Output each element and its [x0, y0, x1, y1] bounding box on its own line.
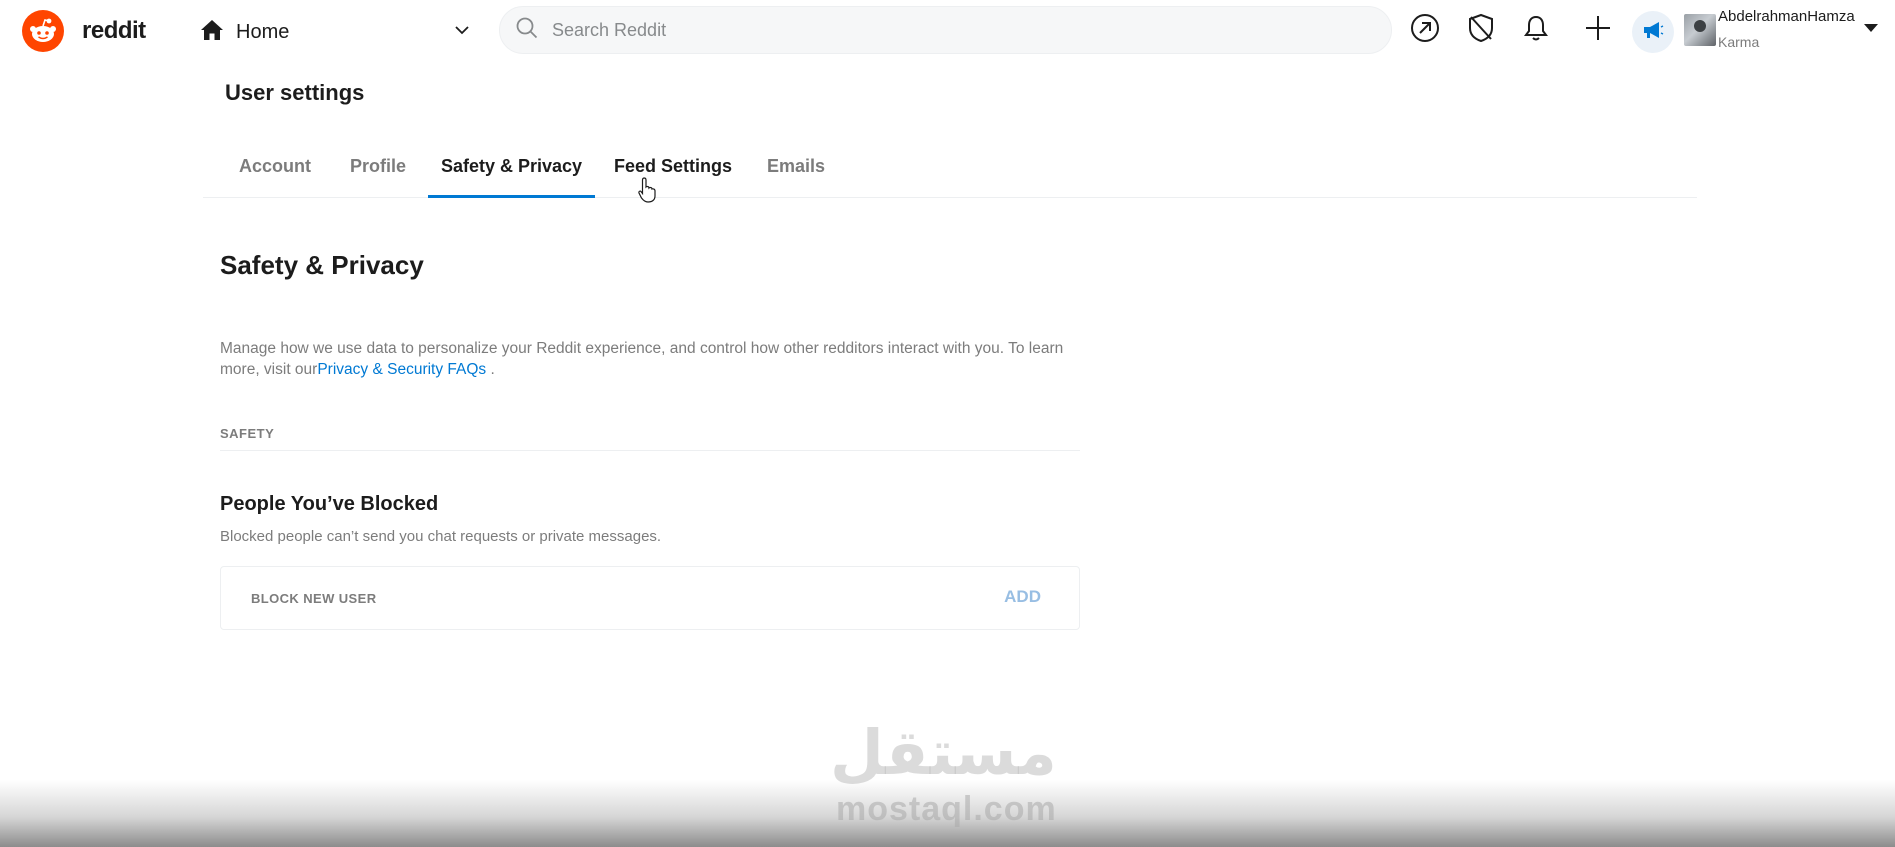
- user-menu-dropdown[interactable]: AbdelrahmanHamza Karma: [1684, 8, 1884, 56]
- reddit-home-link[interactable]: reddit: [22, 10, 146, 52]
- notification-bell-icon: [1523, 14, 1549, 47]
- tab-profile[interactable]: Profile: [348, 148, 408, 197]
- privacy-faq-link[interactable]: Privacy & Security FAQs: [317, 361, 486, 378]
- moderation-button[interactable]: [1463, 12, 1499, 48]
- watermark-latin: mostaql.com: [836, 790, 1057, 828]
- moderation-shield-icon: [1467, 13, 1495, 48]
- tab-emails[interactable]: Emails: [766, 148, 826, 197]
- section-description: Manage how we use data to personalize yo…: [220, 338, 1090, 380]
- caret-down-icon: [1864, 24, 1878, 32]
- home-icon: [200, 19, 224, 46]
- blocked-users-description: Blocked people can’t send you chat reque…: [220, 528, 662, 545]
- feed-selector-label: Home: [236, 20, 290, 43]
- create-post-button[interactable]: [1580, 12, 1616, 48]
- block-user-box: ADD: [220, 566, 1080, 630]
- advertise-button[interactable]: [1632, 11, 1674, 53]
- feed-selector-dropdown[interactable]: Home: [200, 14, 470, 50]
- tab-account[interactable]: Account: [239, 148, 311, 197]
- description-end: .: [486, 361, 495, 378]
- popular-button[interactable]: [1407, 12, 1443, 48]
- top-bar: reddit Home Search Reddit AbdelrahmanHam…: [0, 0, 1895, 64]
- safety-subheading: SAFETY: [220, 426, 1080, 451]
- block-user-input[interactable]: [251, 585, 931, 611]
- karma-label: Karma: [1718, 34, 1760, 50]
- search-input[interactable]: [552, 19, 1352, 41]
- popular-icon: [1410, 13, 1440, 48]
- username: AbdelrahmanHamza: [1718, 8, 1855, 25]
- notifications-button[interactable]: [1518, 12, 1554, 48]
- page-title: User settings: [225, 80, 365, 105]
- advertise-megaphone-icon: [1642, 20, 1664, 45]
- tab-feed-settings[interactable]: Feed Settings: [613, 148, 733, 197]
- search-bar[interactable]: [499, 6, 1392, 54]
- add-blocked-user-button[interactable]: ADD: [1004, 587, 1041, 607]
- reddit-logo-icon: [22, 10, 64, 52]
- chevron-down-icon: [454, 22, 470, 43]
- blocked-users-title: People You’ve Blocked: [220, 493, 439, 515]
- section-title: Safety & Privacy: [220, 250, 424, 280]
- search-icon: [516, 17, 538, 44]
- avatar: [1684, 14, 1716, 46]
- create-post-icon: [1584, 14, 1612, 47]
- settings-tabs: Account Profile Safety & Privacy Feed Se…: [203, 148, 1697, 198]
- pointer-cursor-icon: [638, 177, 656, 208]
- reddit-wordmark: reddit: [82, 17, 146, 44]
- watermark-arabic: مستقل: [830, 716, 1057, 789]
- tab-safety-privacy[interactable]: Safety & Privacy: [428, 148, 595, 198]
